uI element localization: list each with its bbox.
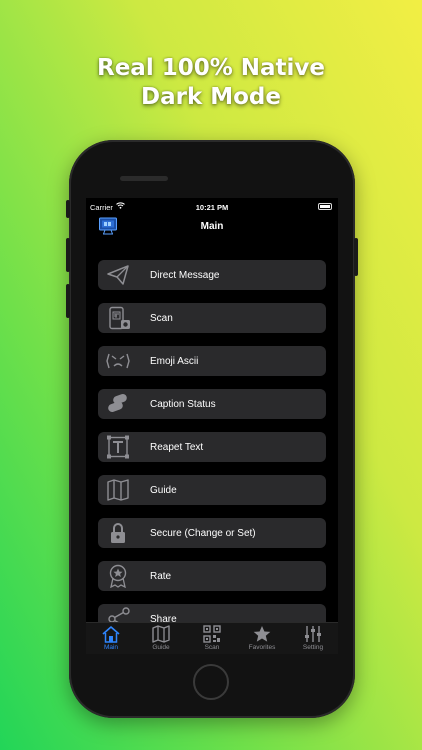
menu-item-direct-message[interactable]: Direct Message — [98, 260, 326, 290]
qr-code-icon — [203, 625, 221, 643]
menu-item-label: Secure (Change or Set) — [150, 528, 256, 539]
home-button[interactable] — [193, 664, 229, 700]
home-icon — [102, 626, 120, 643]
headline-line-2: Dark Mode — [140, 84, 281, 110]
tab-label: Setting — [302, 644, 324, 651]
menu-item-emoji-ascii[interactable]: Emoji Ascii — [98, 346, 326, 376]
phone-volume-down — [66, 284, 70, 318]
menu-item-label: Guide — [150, 485, 177, 496]
tab-favorites[interactable]: Favorites — [237, 625, 287, 654]
phone-scan-icon — [109, 306, 130, 330]
menu-item-label: Rate — [150, 571, 172, 582]
phone-volume-up — [66, 238, 70, 272]
pills-icon — [108, 393, 127, 413]
battery-icon — [318, 203, 332, 210]
emoji-face-icon — [106, 353, 130, 369]
tab-label: Main — [103, 644, 119, 651]
page-title: Main — [200, 221, 224, 232]
menu-item-label: Direct Message — [150, 270, 220, 281]
lock-icon — [111, 523, 125, 543]
tab-bar: Main Guide Scan Favorites Setting — [86, 622, 338, 654]
phone-speaker — [120, 176, 168, 181]
map-icon — [152, 625, 170, 643]
sliders-icon — [305, 626, 321, 642]
phone-mute-switch — [66, 200, 70, 218]
tab-guide[interactable]: Guide — [136, 625, 186, 654]
tab-label: Favorites — [248, 644, 276, 651]
tab-label: Guide — [152, 644, 170, 651]
menu-item-rate[interactable]: Rate — [98, 561, 326, 591]
headline-line-1: Real 100% Native — [96, 55, 326, 81]
star-icon — [253, 626, 271, 642]
nav-bar: Main — [86, 214, 338, 238]
phone-power-button — [354, 238, 358, 276]
app-screen: Carrier 10:21 PM Main Direct Message Sca… — [86, 198, 338, 654]
map-icon — [107, 479, 129, 501]
menu-item-reapet-text[interactable]: Reapet Text — [98, 432, 326, 462]
status-time: 10:21 PM — [195, 203, 229, 212]
menu-item-caption-status[interactable]: Caption Status — [98, 389, 326, 419]
menu-item-label: Caption Status — [150, 399, 216, 410]
menu-item-guide[interactable]: Guide — [98, 475, 326, 505]
text-frame-icon — [107, 435, 129, 459]
promo-headline: Real 100% Native Dark Mode — [0, 54, 422, 112]
tab-scan[interactable]: Scan — [187, 625, 237, 654]
menu-item-label: Scan — [150, 313, 173, 324]
menu-item-scan[interactable]: Scan — [98, 303, 326, 333]
tab-main[interactable]: Main — [86, 625, 136, 654]
menu-item-label: Emoji Ascii — [150, 356, 199, 367]
menu-item-label: Reapet Text — [150, 442, 204, 453]
tab-label: Scan — [204, 644, 220, 651]
tab-setting[interactable]: Setting — [288, 625, 338, 654]
menu-item-secure[interactable]: Secure (Change or Set) — [98, 518, 326, 548]
award-icon — [109, 564, 127, 588]
paper-plane-icon — [107, 265, 129, 285]
